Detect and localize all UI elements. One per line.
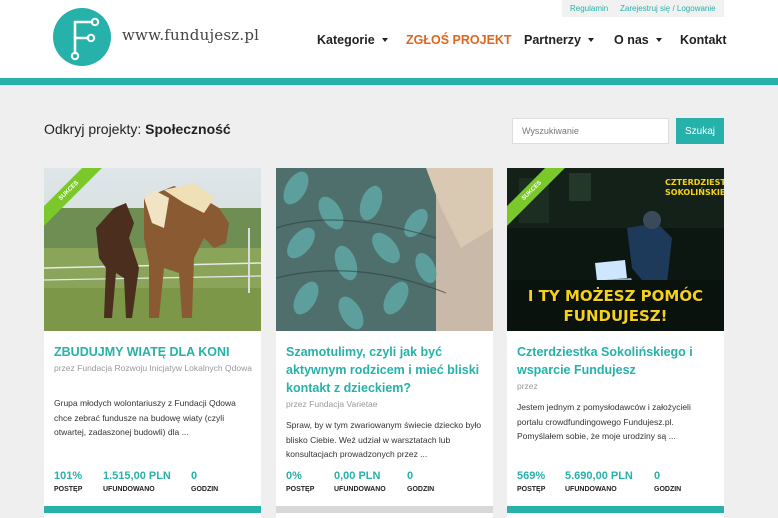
chevron-down-icon [587,37,594,42]
horses-photo[interactable]: SUKCES [44,168,261,331]
funded-label: UFUNDOWANO [334,486,386,493]
progress-value: 569% [517,470,546,482]
project-card[interactable]: CZTERDZIESTKA SOKOLIŃSKIEGO I TY MOŻESZ … [507,168,724,518]
hours-label: GODZIN [407,486,435,493]
funded-label: UFUNDOWANO [565,486,617,493]
nav-partnerzy-label: Partnerzy [524,33,581,47]
project-title[interactable]: ZBUDUJMY WIATĘ DLA KONI [54,343,254,361]
nav-kontakt[interactable]: Kontakt [680,33,727,47]
project-author: przez [517,381,538,391]
progress-bar [44,506,261,513]
hours-value: 0 [654,470,661,482]
hours-value: 0 [407,470,414,482]
image-caption-main: I TY MOŻESZ POMÓC FUNDUJESZ! [527,287,704,325]
project-description: Jestem jednym z pomysłodawców i założyci… [517,402,691,441]
funded-label: UFUNDOWANO [103,486,155,493]
regulamin-link[interactable]: Regulamin [570,4,608,13]
hours-label: GODZIN [191,486,219,493]
funded-value: 5.690,00 PLN [565,470,633,482]
project-title[interactable]: Szamotulimy, czyli jak być aktywnym rodz… [286,343,486,397]
project-description: Grupa młodych wolontariuszy z Fundacji Q… [54,398,236,437]
nav-zglos-projekt[interactable]: ZGŁOŚ PROJEKT [406,33,512,47]
progress-label: POSTĘP [517,486,546,493]
page-title: Odkryj projekty: Społeczność [44,121,231,137]
progress-bar-fill [507,506,724,513]
top-links-bar: Regulamin Zarejestruj się / Logowanie [562,0,724,17]
chevron-down-icon [655,37,662,42]
logo-icon[interactable] [53,8,111,66]
header-accent-bar [0,78,778,85]
nav-o-nas[interactable]: O nas [614,33,662,47]
progress-bar-fill [44,506,261,513]
progress-label: POSTĘP [54,486,83,493]
progress-value: 101% [54,470,83,482]
site-header: www.fundujesz.pl Regulamin Zarejestruj s… [0,0,778,80]
project-author: przez Fundacja Rozwoju Inicjatyw Lokalny… [54,363,252,373]
hours-value: 0 [191,470,198,482]
nav-kategorie[interactable]: Kategorie [317,33,388,47]
progress-value: 0% [286,470,302,482]
nav-partnerzy[interactable]: Partnerzy [524,33,594,47]
search-button[interactable]: Szukaj [676,118,724,144]
project-card[interactable]: SUKCES ZBUDUJMY WIATĘ DLA KONI przez Fun… [44,168,261,518]
page-title-prefix: Odkryj projekty: [44,121,142,137]
nav-kategorie-label: Kategorie [317,33,375,47]
login-register-link[interactable]: Zarejestruj się / Logowanie [620,4,716,13]
laptop-night-photo[interactable]: CZTERDZIESTKA SOKOLIŃSKIEGO I TY MOŻESZ … [507,168,724,331]
project-card[interactable]: Szamotulimy, czyli jak być aktywnym rodz… [276,168,493,518]
hours-label: GODZIN [654,486,682,493]
project-author: przez Fundacja Varietae [286,399,378,409]
image-caption-top: CZTERDZIESTKA SOKOLIŃSKIEGO [665,178,724,197]
funded-value: 0,00 PLN [334,470,381,482]
progress-bar [276,506,493,513]
baby-carrier-photo[interactable] [276,168,493,331]
project-title[interactable]: Czterdziestka Sokolińskiego i wsparcie F… [517,343,717,379]
logo-text[interactable]: www.fundujesz.pl [122,26,259,44]
page-title-category: Społeczność [145,121,231,137]
funded-value: 1.515,00 PLN [103,470,171,482]
progress-label: POSTĘP [286,486,315,493]
chevron-down-icon [381,37,388,42]
search-input[interactable] [512,118,669,144]
project-description: Spraw, by w tym zwariowanym świecie dzie… [286,420,482,459]
nav-o-nas-label: O nas [614,33,649,47]
progress-bar [507,506,724,513]
